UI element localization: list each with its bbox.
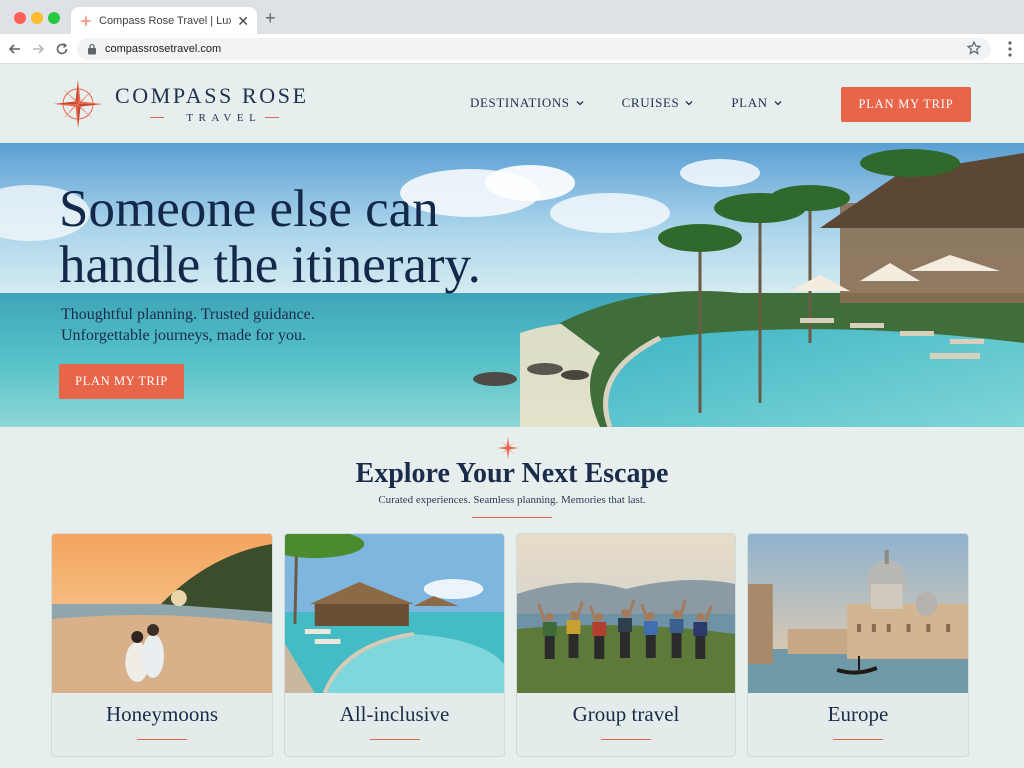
- section-title: Explore Your Next Escape: [355, 458, 669, 489]
- hero-plan-my-trip-button[interactable]: PLAN MY TRIP: [59, 364, 184, 399]
- card-divider: [369, 739, 420, 740]
- hero-subtitle: Thoughtful planning. Trusted guidance. U…: [61, 304, 315, 346]
- section-subtitle: Curated experiences. Seamless planning. …: [378, 494, 646, 506]
- nav-cruises-label: CRUISES: [621, 95, 680, 110]
- card-label: Group travel: [572, 702, 680, 726]
- url-text: compassrosetravel.com: [105, 43, 222, 55]
- close-icon[interactable]: ✕: [237, 14, 249, 28]
- logo[interactable]: COMPASS ROSE TRAVEL: [53, 79, 309, 129]
- lock-icon: [88, 43, 96, 55]
- honeymoon-beach-image: [52, 534, 272, 693]
- plus-icon[interactable]: +: [265, 9, 276, 27]
- card-divider: [601, 739, 651, 740]
- site-header: COMPASS ROSE TRAVEL DESTINATIONS CRUISES…: [0, 65, 1024, 143]
- card-label: All-inclusive: [339, 702, 450, 726]
- star-icon[interactable]: [966, 40, 982, 60]
- tab-title: Compass Rose Travel | Luxury Tr: [99, 14, 232, 27]
- venice-canal-image: [748, 534, 968, 693]
- main-nav: DESTINATIONS CRUISES PLAN: [470, 95, 820, 111]
- chevron-down-icon: [774, 101, 782, 106]
- category-cards: Honeymoons All-inclusive Group travel Eu…: [51, 533, 969, 757]
- nav-plan[interactable]: PLAN: [731, 95, 782, 111]
- address-bar[interactable]: compassrosetravel.com: [77, 38, 991, 60]
- card-europe[interactable]: Europe: [747, 533, 969, 757]
- nav-destinations[interactable]: DESTINATIONS: [470, 95, 584, 111]
- compass-star-icon: [497, 437, 519, 459]
- menu-icon[interactable]: [1002, 40, 1018, 63]
- card-divider: [137, 739, 187, 740]
- group-hikers-image: [517, 534, 735, 693]
- browser-tab[interactable]: Compass Rose Travel | Luxury Tr ✕: [71, 7, 257, 34]
- compass-favicon-icon: [79, 14, 93, 27]
- hero-subtitle-line-2: Unforgettable journeys, made for you.: [61, 327, 306, 344]
- window-minimize-button[interactable]: [31, 12, 43, 24]
- card-label: Europe: [827, 702, 889, 726]
- chevron-down-icon: [576, 101, 584, 106]
- section-divider: [472, 517, 552, 518]
- hero: Someone else can handle the itinerary. T…: [0, 143, 1024, 427]
- nav-cruises[interactable]: CRUISES: [622, 95, 694, 111]
- compass-rose-icon: [54, 80, 102, 128]
- chevron-down-icon: [685, 101, 693, 106]
- window-maximize-button[interactable]: [48, 12, 60, 24]
- logo-subtitle: TRAVEL: [186, 111, 262, 124]
- card-group-travel[interactable]: Group travel: [516, 533, 736, 757]
- all-inclusive-resort-image: [285, 534, 504, 693]
- card-honeymoons[interactable]: Honeymoons: [51, 533, 273, 757]
- reload-icon[interactable]: [53, 40, 71, 58]
- hero-title: Someone else can handle the itinerary.: [59, 181, 481, 293]
- logo-name: COMPASS ROSE: [115, 82, 309, 108]
- hero-title-line-1: Someone else can: [59, 180, 439, 238]
- card-label: Honeymoons: [106, 702, 218, 726]
- nav-plan-label: PLAN: [731, 95, 768, 110]
- window-close-button[interactable]: [14, 12, 26, 24]
- nav-destinations-label: DESTINATIONS: [470, 95, 570, 110]
- hero-subtitle-line-1: Thoughtful planning. Trusted guidance.: [61, 306, 315, 323]
- back-icon[interactable]: [6, 40, 24, 58]
- card-divider: [833, 739, 883, 740]
- browser-tab-bar: Compass Rose Travel | Luxury Tr ✕ +: [0, 0, 1024, 34]
- browser-toolbar: compassrosetravel.com: [0, 34, 1024, 64]
- header-plan-my-trip-button[interactable]: PLAN MY TRIP: [841, 87, 971, 122]
- card-all-inclusive[interactable]: All-inclusive: [284, 533, 505, 757]
- hero-title-line-2: handle the itinerary.: [59, 236, 481, 294]
- forward-icon[interactable]: [29, 40, 47, 58]
